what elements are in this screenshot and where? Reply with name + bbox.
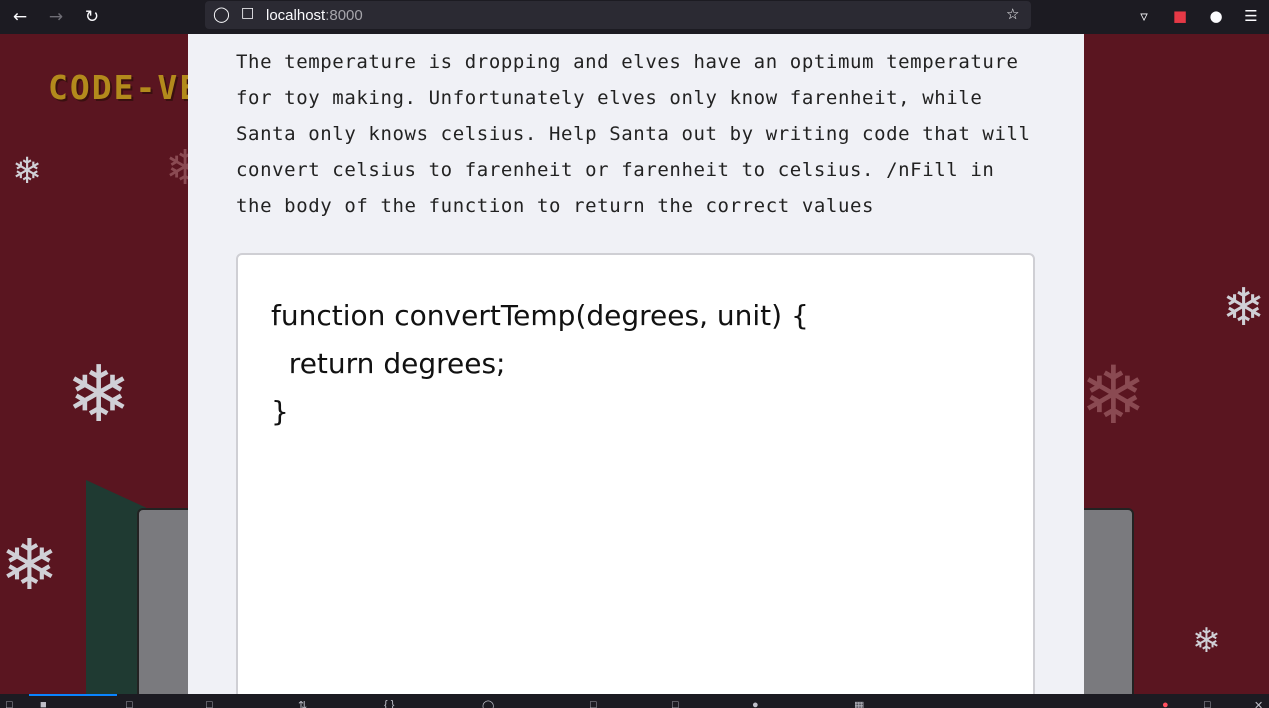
code-line[interactable]: } [271, 388, 809, 436]
profile-icon[interactable]: ● [1206, 6, 1226, 26]
page-content: CODE-VE ❄ ❄ ❄ ❄ ❄ ❄ ❄ The temperature is… [0, 34, 1269, 694]
inspector-tab-icon[interactable]: ■ [40, 699, 47, 708]
menu-icon[interactable]: ☰ [1241, 6, 1261, 26]
dock-icon[interactable]: □ [1204, 699, 1211, 708]
style-editor-tab-icon[interactable]: { } [384, 699, 394, 708]
challenge-prompt: The temperature is dropping and elves ha… [236, 51, 1031, 217]
url-text[interactable]: localhost:8000 [266, 7, 363, 24]
page-icon: □ [241, 5, 255, 21]
site-logo[interactable]: CODE-VE [48, 68, 201, 107]
snowflake-icon: ❄ [12, 151, 43, 192]
devtools-panel: □ ■ □ □ ⇅ { } ◯ □ □ ● ▦ ● □ ✕ [0, 694, 1269, 708]
snowflake-icon: ❄ [1192, 621, 1221, 661]
snowflake-icon: ❄ [66, 350, 132, 440]
code-line[interactable]: function convertTemp(degrees, unit) { [271, 292, 809, 340]
inspector-icon[interactable]: □ [6, 699, 13, 708]
code-line[interactable]: return degrees; [271, 340, 809, 388]
devtools-active-tab-indicator [29, 694, 117, 696]
star-icon[interactable]: ☆ [1006, 5, 1019, 23]
snowflake-icon: ❄ [0, 524, 59, 606]
error-count-icon[interactable]: ● [1162, 699, 1169, 708]
storage-tab-icon[interactable]: □ [672, 699, 679, 708]
memory-tab-icon[interactable]: □ [590, 699, 597, 708]
console-tab-icon[interactable]: □ [126, 699, 133, 708]
code-content[interactable]: function convertTemp(degrees, unit) { re… [271, 292, 809, 436]
extension-icon[interactable]: ■ [1170, 6, 1190, 26]
debugger-tab-icon[interactable]: □ [206, 699, 213, 708]
close-icon[interactable]: ✕ [1254, 699, 1263, 708]
challenge-modal: The temperature is dropping and elves ha… [188, 34, 1084, 694]
network-tab-icon[interactable]: ⇅ [298, 699, 307, 708]
code-editor[interactable]: function convertTemp(degrees, unit) { re… [236, 253, 1035, 694]
shield-icon[interactable]: ◯ [213, 5, 230, 23]
accessibility-tab-icon[interactable]: ● [752, 699, 759, 708]
url-bar[interactable]: ◯ □ localhost:8000 ☆ [205, 1, 1031, 29]
pocket-icon[interactable]: ▿ [1134, 6, 1154, 26]
back-arrow-icon[interactable]: ← [8, 5, 32, 29]
forward-arrow-icon[interactable]: → [44, 5, 68, 29]
reload-icon[interactable]: ↻ [80, 5, 104, 29]
snowflake-icon: ❄ [1080, 349, 1148, 442]
snowflake-icon: ❄ [1222, 278, 1266, 338]
application-tab-icon[interactable]: ▦ [854, 699, 864, 708]
browser-toolbar: ← → ↻ ◯ □ localhost:8000 ☆ ▿ ■ ● ☰ [0, 0, 1269, 34]
performance-tab-icon[interactable]: ◯ [482, 699, 494, 708]
